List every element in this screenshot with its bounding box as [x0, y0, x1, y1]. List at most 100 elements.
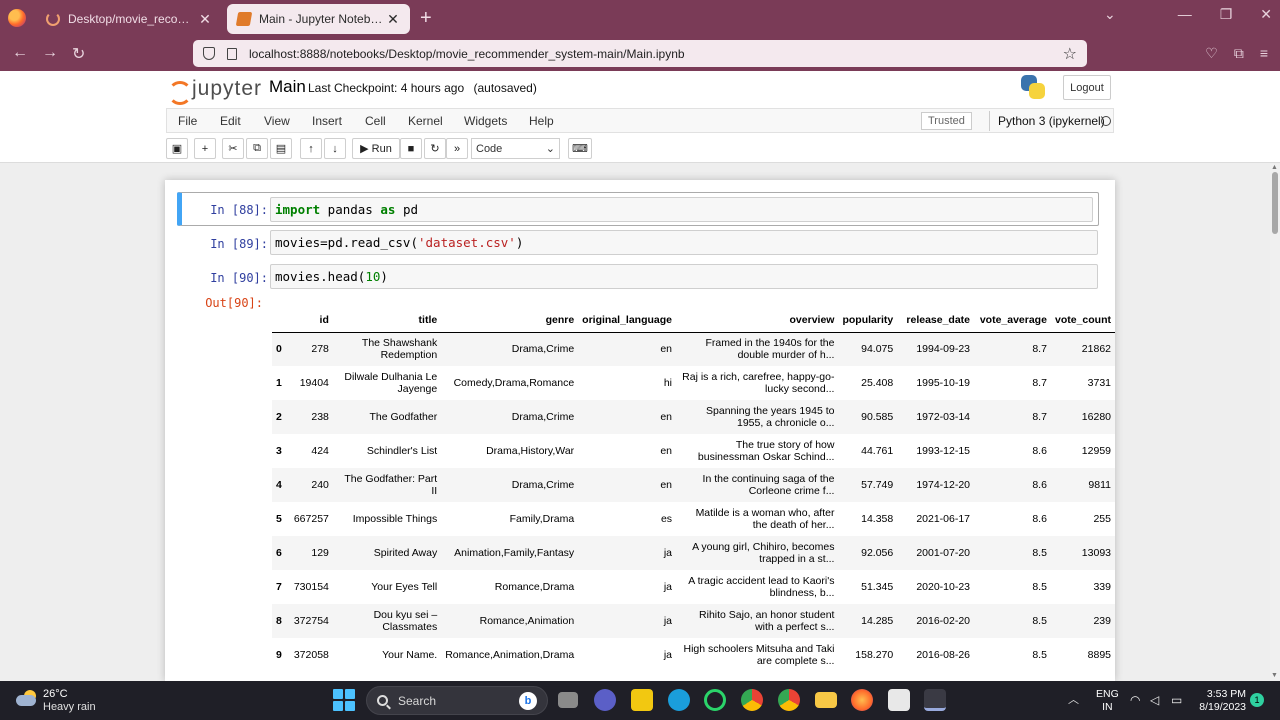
copy-icon[interactable]: ⧉	[246, 138, 268, 159]
jupyter-wordmark: jupyter	[192, 77, 263, 100]
weather-description[interactable]: Heavy rain	[43, 701, 96, 713]
sticky-notes-icon[interactable]	[631, 689, 653, 711]
search-label: Search	[398, 693, 437, 708]
table-cell: 339	[1093, 581, 1111, 593]
chrome-profile-icon[interactable]	[778, 689, 800, 711]
url-text[interactable]: localhost:8888/notebooks/Desktop/movie_r…	[249, 47, 1063, 61]
restart-run-all-icon[interactable]: »	[446, 138, 468, 159]
menu-kernel[interactable]: Kernel	[408, 114, 443, 128]
code-cell[interactable]: In [90]: movies.head(10)	[177, 264, 1099, 294]
notebook-title[interactable]: Main	[269, 77, 306, 97]
paste-icon[interactable]: ▤	[270, 138, 292, 159]
reload-icon[interactable]: ↻	[72, 44, 85, 64]
table-cell: 8.7	[1032, 377, 1047, 389]
menu-view[interactable]: View	[264, 114, 290, 128]
weather-temperature[interactable]: 26°C	[43, 688, 68, 700]
tab-notebook[interactable]: Main - Jupyter Notebook ✕	[227, 4, 410, 34]
cell-type-select[interactable]: Code ⌄	[471, 138, 560, 159]
pocket-icon[interactable]: ♡	[1205, 45, 1218, 62]
volume-icon[interactable]: ◁	[1150, 693, 1159, 707]
column-header: vote_average	[974, 308, 1051, 333]
minimize-icon[interactable]: —	[1178, 6, 1192, 23]
scroll-down-icon[interactable]: ▼	[1271, 672, 1278, 679]
menu-icon[interactable]: ≡	[1260, 45, 1268, 62]
code-cell-selected[interactable]: In [88]: import pandas as pd	[177, 192, 1099, 226]
close-window-icon[interactable]: ✕	[1260, 6, 1272, 23]
cut-icon[interactable]: ✂	[222, 138, 244, 159]
restart-icon[interactable]: ↻	[424, 138, 446, 159]
new-tab-icon[interactable]: +	[420, 7, 432, 29]
table-cell: 8.6	[974, 468, 1051, 502]
code-input[interactable]: movies=pd.read_csv('dataset.csv')	[270, 230, 1098, 255]
scroll-up-icon[interactable]: ▲	[1271, 164, 1278, 171]
trusted-badge[interactable]: Trusted	[921, 112, 972, 130]
insert-cell-icon[interactable]: +	[194, 138, 216, 159]
close-tab-icon[interactable]: ✕	[386, 11, 400, 28]
scrollbar-thumb[interactable]	[1272, 172, 1278, 234]
teams-chat-icon[interactable]	[594, 689, 616, 711]
menu-file[interactable]: File	[178, 114, 197, 128]
table-cell: 1972-03-14	[897, 400, 975, 434]
language-indicator[interactable]: ENG IN	[1096, 688, 1119, 714]
notepad-icon[interactable]	[888, 689, 910, 711]
system-clock[interactable]: 3:53 PM 8/19/2023	[1196, 688, 1246, 714]
forward-icon[interactable]: →	[42, 44, 58, 62]
jupyter-header: jupyter Main Last Checkpoint: 4 hours ag…	[0, 71, 1280, 163]
menu-help[interactable]: Help	[529, 114, 554, 128]
move-down-icon[interactable]: ↓	[324, 138, 346, 159]
tab-file-browser[interactable]: Desktop/movie_recommender_system-main/ ✕	[36, 4, 222, 34]
code-input[interactable]: movies.head(10)	[270, 264, 1098, 289]
bing-icon[interactable]: b	[519, 691, 537, 710]
menu-edit[interactable]: Edit	[220, 114, 241, 128]
table-cell: 424	[311, 445, 329, 457]
back-icon[interactable]: ←	[12, 44, 28, 62]
weather-icon[interactable]	[16, 690, 38, 708]
app-circle-icon[interactable]	[704, 689, 726, 711]
show-hidden-icons-icon[interactable]: ︿	[1068, 691, 1079, 707]
code-input[interactable]: import pandas as pd	[270, 197, 1093, 222]
address-bar[interactable]: localhost:8888/notebooks/Desktop/movie_r…	[193, 40, 1087, 67]
restore-icon[interactable]: ❐	[1220, 6, 1233, 23]
bookmark-star-icon[interactable]: ☆	[1063, 44, 1077, 64]
extensions-icon[interactable]: ⧉	[1234, 45, 1244, 62]
shield-icon[interactable]	[203, 47, 215, 60]
interrupt-icon[interactable]: ■	[400, 138, 422, 159]
windows-start-icon[interactable]	[333, 689, 355, 711]
firefox-icon[interactable]	[8, 9, 26, 27]
table-cell: 1995-10-19	[916, 377, 971, 389]
table-cell: 239	[1050, 604, 1115, 638]
table-row: 1 19404 Dilwale Dulhania Le Jayenge Comedy,…	[272, 366, 1115, 400]
file-explorer-icon[interactable]	[815, 692, 837, 708]
language-code: ENG	[1096, 688, 1119, 700]
battery-icon[interactable]: ▭	[1171, 693, 1182, 707]
chrome-icon[interactable]	[741, 689, 763, 711]
taskbar-search[interactable]: Search b	[366, 686, 548, 715]
wifi-icon[interactable]: ◠	[1130, 693, 1140, 707]
command-palette-icon[interactable]: ⌨	[568, 138, 592, 159]
menu-widgets[interactable]: Widgets	[464, 114, 507, 128]
menu-insert[interactable]: Insert	[312, 114, 342, 128]
menu-cell[interactable]: Cell	[365, 114, 386, 128]
close-tab-icon[interactable]: ✕	[198, 11, 212, 28]
firefox-taskbar-icon[interactable]	[851, 689, 873, 711]
list-tabs-icon[interactable]: ⌄	[1104, 6, 1116, 23]
move-up-icon[interactable]: ↑	[300, 138, 322, 159]
table-cell: Spirited Away	[332, 536, 442, 570]
save-icon[interactable]: ▣	[166, 138, 188, 159]
table-cell: 94.075	[838, 332, 898, 366]
row-index: 1	[276, 377, 282, 389]
table-row: 3 424 Schindler's List Drama,History,War en T…	[272, 434, 1115, 468]
page-scrollbar[interactable]: ▲ ▼	[1270, 164, 1280, 681]
kernel-name[interactable]: Python 3 (ipykernel)	[998, 114, 1105, 128]
jupyter-app-icon[interactable]	[924, 689, 946, 711]
edge-icon[interactable]	[668, 689, 690, 711]
table-cell: 51.345	[861, 581, 894, 593]
logout-button[interactable]: Logout	[1063, 75, 1111, 100]
code-cell[interactable]: In [89]: movies=pd.read_csv('dataset.csv…	[177, 230, 1099, 260]
run-button[interactable]: ▶ Run	[352, 138, 400, 159]
notification-badge[interactable]: 1	[1250, 693, 1264, 707]
jupyter-logo[interactable]: jupyter	[168, 77, 263, 105]
row-index: 8	[272, 604, 290, 638]
page-info-icon[interactable]	[227, 47, 237, 60]
task-view-icon[interactable]	[558, 692, 578, 708]
